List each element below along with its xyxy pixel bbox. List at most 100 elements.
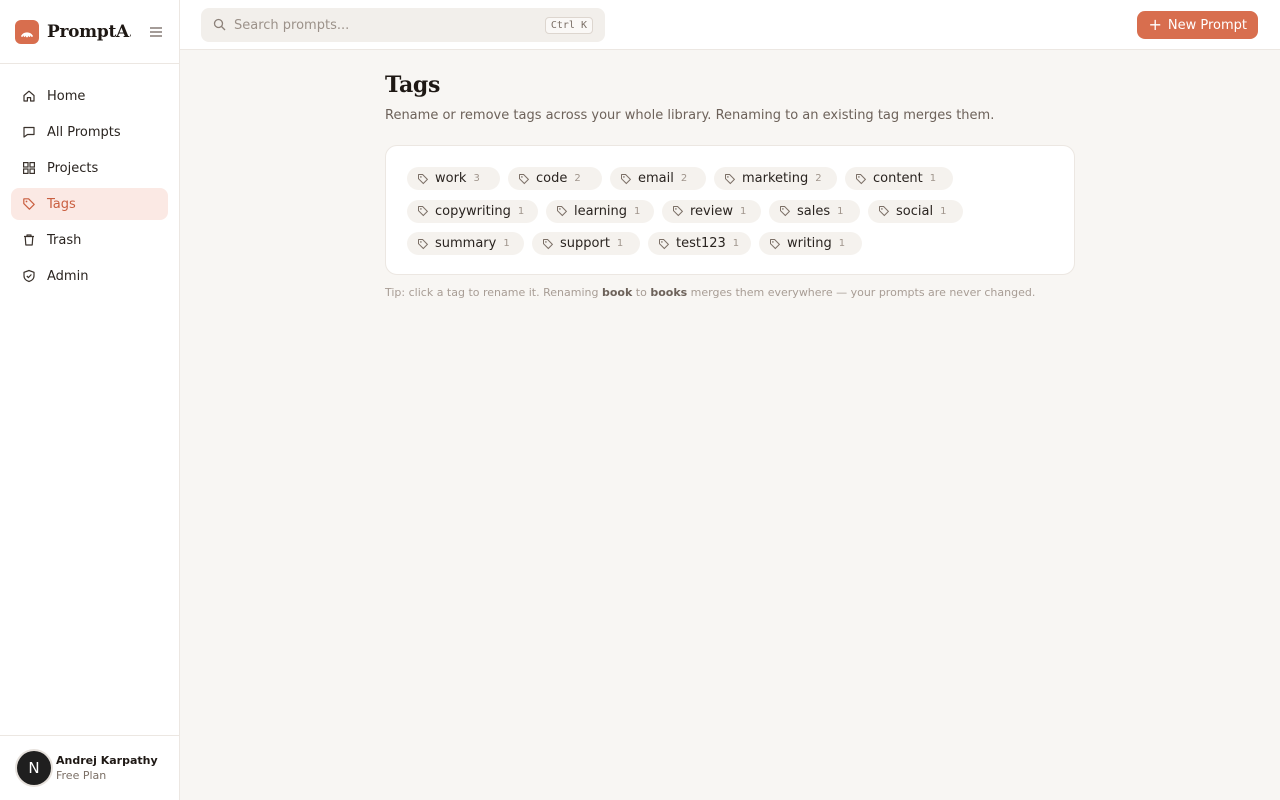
shield-icon: [22, 269, 36, 283]
tag-count: 1: [616, 238, 624, 249]
user-plan: Free Plan: [56, 769, 107, 782]
search-shortcut: Ctrl K: [544, 16, 593, 34]
tag-icon: [417, 238, 429, 250]
message-icon: [22, 125, 36, 139]
tag-icon: [518, 173, 530, 185]
user-profile[interactable]: N Andrej Karpathy Free Plan: [0, 735, 179, 800]
tag-icon: [542, 238, 554, 250]
trash-icon: [22, 233, 36, 247]
tag-chip-test123[interactable]: test123 1: [648, 232, 751, 255]
tag-name: summary: [435, 236, 497, 251]
tag-count: 1: [732, 238, 740, 249]
tag-icon: [769, 238, 781, 250]
main-content: Tags Rename or remove tags across your w…: [385, 72, 1075, 299]
tag-chip-sales[interactable]: sales 1: [769, 199, 860, 223]
top-bar: Search prompts... Ctrl K + New Prompt: [180, 0, 1280, 50]
sidebar-item-home[interactable]: Home: [11, 80, 168, 112]
tag-name: test123: [676, 236, 726, 251]
tag-chip-summary[interactable]: summary 1: [407, 232, 524, 255]
tag-name: email: [638, 171, 674, 186]
sidebar-item-tags[interactable]: Tags: [11, 188, 168, 220]
sidebar-item-label: Home: [47, 88, 86, 104]
sidebar-item-admin[interactable]: Admin: [11, 260, 168, 292]
tag-chip-support[interactable]: support 1: [532, 232, 640, 255]
sidebar-item-trash[interactable]: Trash: [11, 224, 168, 256]
tag-name: marketing: [742, 171, 809, 186]
tag-row: copywriting 1 learning 1 review 1 sales …: [407, 199, 1053, 223]
tag-chip-social[interactable]: social 1: [868, 199, 963, 223]
sidebar-item-label: Projects: [47, 160, 99, 176]
tag-icon: [556, 205, 568, 217]
tag-icon: [620, 173, 632, 185]
tag-name: code: [536, 171, 568, 186]
tag-chip-learning[interactable]: learning 1: [546, 199, 654, 223]
tip-example-to: books: [650, 286, 688, 299]
tag-chip-marketing[interactable]: marketing 2: [714, 167, 837, 190]
tag-chip-work[interactable]: work 3: [407, 167, 500, 190]
tag-name: review: [690, 203, 733, 219]
user-name: Andrej Karpathy: [56, 754, 158, 767]
tip-suffix: merges them everywhere — your prompts ar…: [687, 286, 1036, 299]
tag-chip-code[interactable]: code 2: [508, 167, 602, 190]
avatar[interactable]: N: [17, 751, 51, 785]
tag-name: copywriting: [435, 203, 511, 219]
sidebar: PromptA... Home All Prompts Projects Tag…: [0, 0, 180, 800]
sidebar-item-label: All Prompts: [47, 124, 121, 140]
tag-chip-copywriting[interactable]: copywriting 1: [407, 199, 538, 223]
tag-count: 1: [503, 238, 510, 249]
sidebar-nav: Home All Prompts Projects Tags Trash Adm…: [0, 64, 179, 312]
grid-icon: [22, 161, 36, 175]
search-input[interactable]: Search prompts... Ctrl K: [201, 8, 605, 42]
sidebar-item-label: Tags: [47, 196, 76, 212]
search-icon: [213, 16, 226, 35]
tag-icon: [417, 173, 429, 185]
tag-count: 1: [634, 205, 641, 217]
tip-text: Tip: click a tag to rename it. Renaming …: [385, 286, 1075, 299]
tag-icon: [878, 205, 890, 217]
tag-icon: [672, 205, 684, 217]
sidebar-item-all-prompts[interactable]: All Prompts: [11, 116, 168, 148]
home-icon: [22, 89, 36, 103]
tag-chip-writing[interactable]: writing 1: [759, 232, 862, 255]
tip-prefix: Tip: click a tag to rename it. Renaming: [385, 286, 602, 299]
page-subtitle: Rename or remove tags across your whole …: [385, 108, 995, 123]
new-prompt-label: New Prompt: [1167, 17, 1247, 33]
tag-icon: [658, 238, 670, 250]
tag-count: 1: [940, 205, 947, 217]
tag-icon: [855, 173, 867, 185]
tag-count: 1: [517, 205, 525, 217]
app-logo-icon[interactable]: [15, 19, 39, 44]
tag-name: work: [435, 171, 467, 186]
tag-count: 2: [574, 173, 581, 184]
tag-name: sales: [797, 203, 831, 219]
sidebar-item-label: Trash: [47, 232, 82, 248]
tag-name: social: [896, 203, 934, 219]
tag-count: 1: [929, 173, 937, 184]
page-title: Tags: [385, 72, 441, 98]
tag-icon: [779, 205, 791, 217]
tag-count: 2: [680, 173, 688, 184]
tag-icon: [22, 197, 36, 211]
tag-count: 1: [740, 205, 747, 217]
tag-chip-email[interactable]: email 2: [610, 167, 706, 190]
user-meta: Andrej Karpathy Free Plan: [56, 754, 158, 782]
tag-name: support: [560, 236, 610, 251]
sidebar-item-label: Admin: [47, 268, 89, 284]
brand: PromptA...: [0, 0, 179, 64]
tag-count: 3: [473, 173, 480, 184]
new-prompt-button[interactable]: + New Prompt: [1137, 11, 1258, 39]
tag-chip-content[interactable]: content 1: [845, 167, 953, 190]
tip-example-from: book: [601, 286, 633, 299]
sidebar-item-projects[interactable]: Projects: [11, 152, 168, 184]
tag-name: writing: [787, 236, 832, 251]
tag-icon: [724, 173, 736, 185]
tag-name: content: [873, 171, 923, 186]
tag-chip-review[interactable]: review 1: [662, 199, 761, 223]
menu-toggle-icon[interactable]: [148, 24, 164, 40]
tag-row: work 3 code 2 email 2 marketing 2 conten…: [407, 167, 1053, 190]
tag-count: 1: [837, 205, 844, 217]
plus-icon: +: [1148, 15, 1162, 34]
search-placeholder: Search prompts...: [234, 17, 350, 33]
tag-list: work 3 code 2 email 2 marketing 2 conten…: [385, 145, 1075, 275]
tag-icon: [417, 205, 429, 217]
